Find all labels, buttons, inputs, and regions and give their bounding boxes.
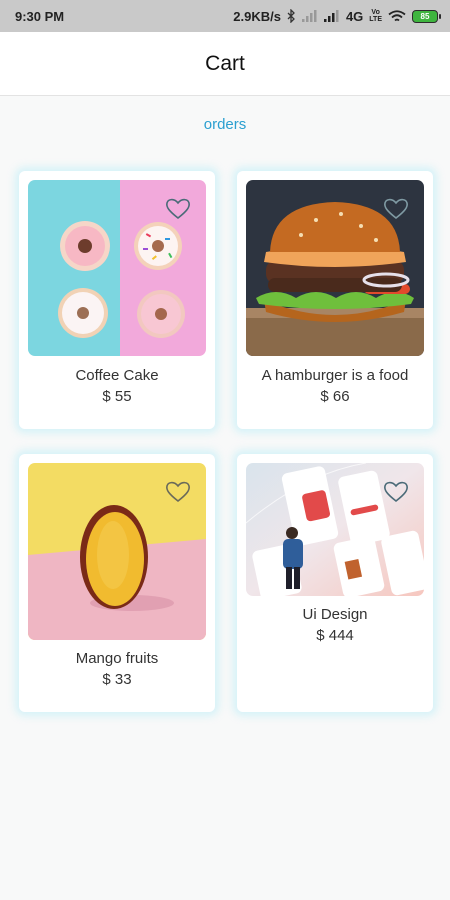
product-card[interactable]: A hamburger is a food $ 66 (237, 171, 433, 429)
product-card[interactable]: Mango fruits $ 33 (19, 454, 215, 712)
product-price: $ 444 (316, 627, 354, 644)
orders-link[interactable]: orders (0, 116, 450, 133)
product-price: $ 33 (102, 671, 132, 688)
heart-icon[interactable] (165, 480, 191, 504)
signal-sim1-icon (323, 10, 339, 22)
product-name: Ui Design (302, 606, 368, 623)
app-header: Cart (0, 32, 450, 96)
heart-icon[interactable] (165, 197, 191, 221)
network-type: 4G (345, 8, 364, 24)
product-card[interactable]: Ui Design $ 444 (237, 454, 433, 712)
product-card[interactable]: Coffee Cake $ 55 (19, 171, 215, 429)
product-name: Coffee Cake (75, 367, 159, 384)
battery-level: 85 (420, 11, 430, 21)
wifi-icon (388, 9, 406, 21)
status-bar: 9:30 PM 2.9KB/s 4G Vo LTE 85 (0, 0, 450, 32)
product-price: $ 55 (102, 388, 132, 405)
product-price: $ 66 (320, 388, 350, 405)
bluetooth-icon (287, 9, 295, 23)
heart-icon[interactable] (383, 197, 409, 221)
volte-icon: Vo LTE (369, 9, 382, 23)
page-title: Cart (205, 51, 245, 75)
status-time: 9:30 PM (15, 8, 65, 24)
product-name: Mango fruits (75, 650, 159, 667)
network-speed: 2.9KB/s (233, 8, 281, 24)
status-indicators: 2.9KB/s 4G Vo LTE 85 (233, 8, 441, 24)
product-name: A hamburger is a food (261, 367, 409, 384)
signal-sim2-icon (301, 10, 317, 22)
heart-icon[interactable] (383, 480, 409, 504)
battery-icon: 85 (412, 9, 441, 23)
